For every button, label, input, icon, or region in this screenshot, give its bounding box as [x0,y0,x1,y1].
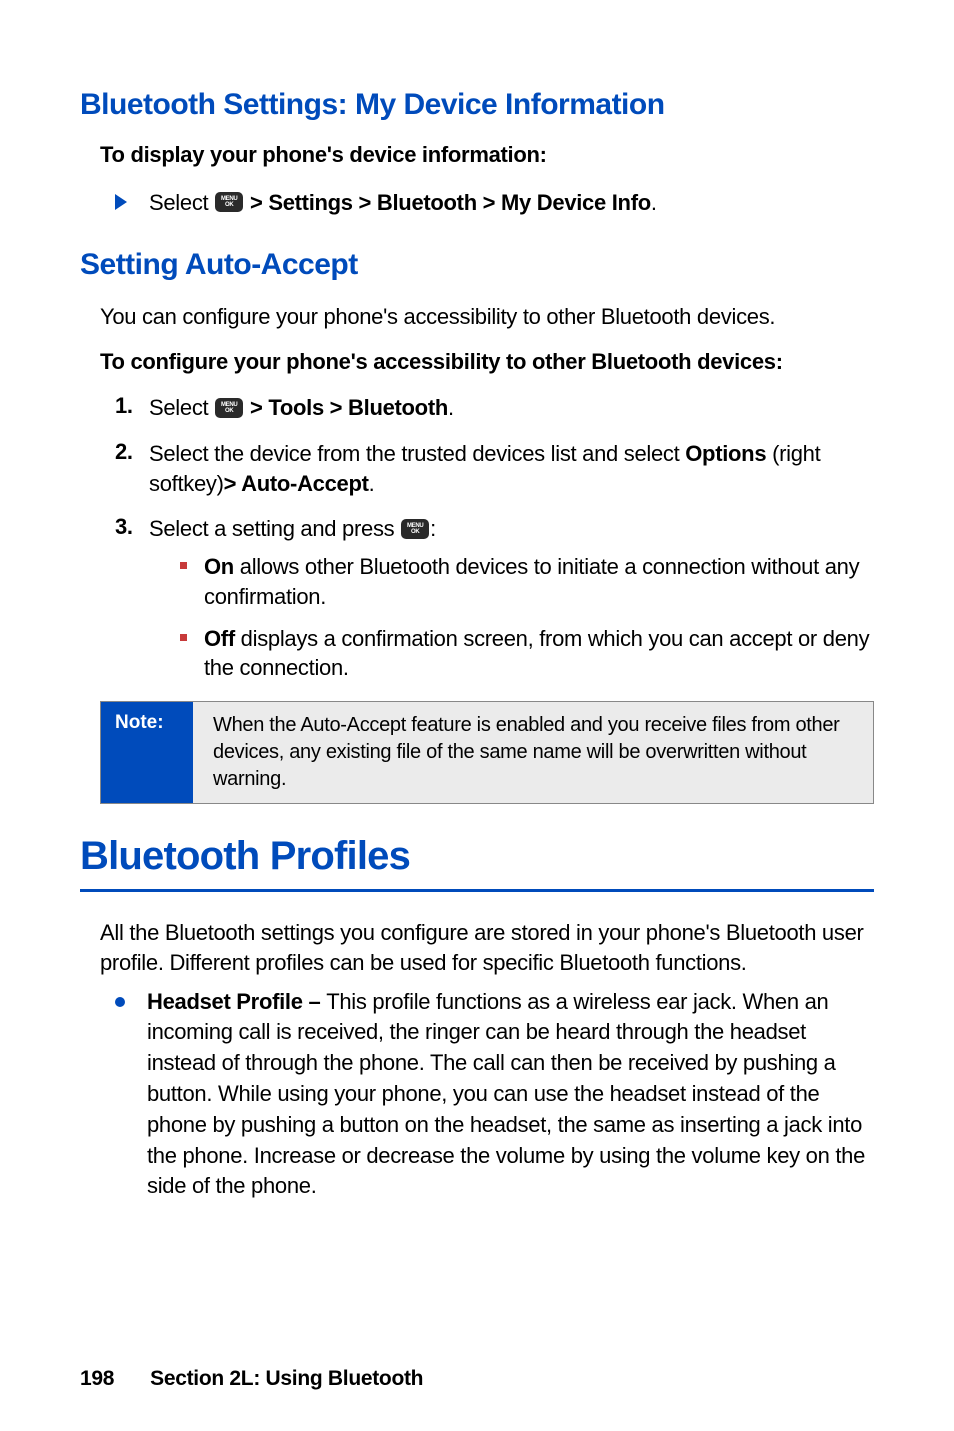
step-number: 2. [115,439,149,465]
section-label: Section 2L: Using Bluetooth [150,1367,423,1390]
key-label: OK [411,529,419,535]
step-2: 2. Select the device from the trusted de… [115,439,874,498]
text: Select a setting and press [149,516,400,541]
step-text: Select a setting and press MENUOK: [149,514,436,544]
heading-auto-accept: Setting Auto-Accept [80,248,874,282]
arrow-icon [115,194,127,210]
text-bold: Headset Profile – [147,989,326,1014]
sub-text: On allows other Bluetooth devices to ini… [204,552,874,611]
step-text: Select the device from the trusted devic… [149,439,874,498]
square-bullet-icon [180,634,187,641]
text: Select [149,190,214,215]
text-bold: > Auto-Accept [224,471,369,496]
bullet-text: Headset Profile – This profile functions… [147,987,874,1203]
step-number: 3. [115,514,149,540]
key-label: OK [225,408,233,414]
page-number: 198 [80,1367,114,1391]
text: . [369,471,375,496]
intro-auto-accept: You can configure your phone's accessibi… [100,302,874,332]
menu-ok-key-icon: MENUOK [215,398,243,418]
sub-bullet-list: On allows other Bluetooth devices to ini… [180,552,874,683]
subhead-configure: To configure your phone's accessibility … [100,349,874,375]
note-box: Note: When the Auto-Accept feature is en… [100,701,874,804]
step-1: 1. Select MENUOK > Tools > Bluetooth. [115,393,874,423]
text: . [448,395,454,420]
sub-bullet-on: On allows other Bluetooth devices to ini… [180,552,874,611]
menu-path: > Tools > Bluetooth [244,395,448,420]
bullet-headset-profile: Headset Profile – This profile functions… [115,987,874,1203]
menu-ok-key-icon: MENUOK [215,192,243,212]
dot-bullet-icon [115,997,125,1007]
text: allows other Bluetooth devices to initia… [204,554,859,609]
text: . [651,190,657,215]
step-text: Select MENUOK > Settings > Bluetooth > M… [149,188,657,218]
menu-ok-key-icon: MENUOK [401,519,429,539]
text-bold: Off [204,626,235,651]
step-3: 3. Select a setting and press MENUOK: [115,514,874,544]
sub-text: Off displays a confirmation screen, from… [204,624,874,683]
text: Select the device from the trusted devic… [149,441,685,466]
sub-bullet-off: Off displays a confirmation screen, from… [180,624,874,683]
subhead-device-info: To display your phone's device informati… [100,142,874,168]
heading-bt-profiles: Bluetooth Profiles [80,834,874,892]
key-label: OK [225,202,233,208]
step-number: 1. [115,393,149,419]
square-bullet-icon [180,562,187,569]
page-footer: 198 Section 2L: Using Bluetooth [80,1367,423,1391]
step-device-info: Select MENUOK > Settings > Bluetooth > M… [115,188,874,218]
step-text: Select MENUOK > Tools > Bluetooth. [149,393,454,423]
text: Select [149,395,214,420]
note-label: Note: [101,702,193,803]
menu-path: > Settings > Bluetooth > My Device Info [244,190,651,215]
intro-profiles: All the Bluetooth settings you configure… [100,918,874,979]
text: : [430,516,436,541]
text: This profile functions as a wireless ear… [147,989,865,1199]
note-text: When the Auto-Accept feature is enabled … [193,702,873,803]
heading-bt-settings: Bluetooth Settings: My Device Informatio… [80,88,874,122]
text-bold: On [204,554,234,579]
text-bold: Options [685,441,766,466]
text: displays a confirmation screen, from whi… [204,626,869,681]
